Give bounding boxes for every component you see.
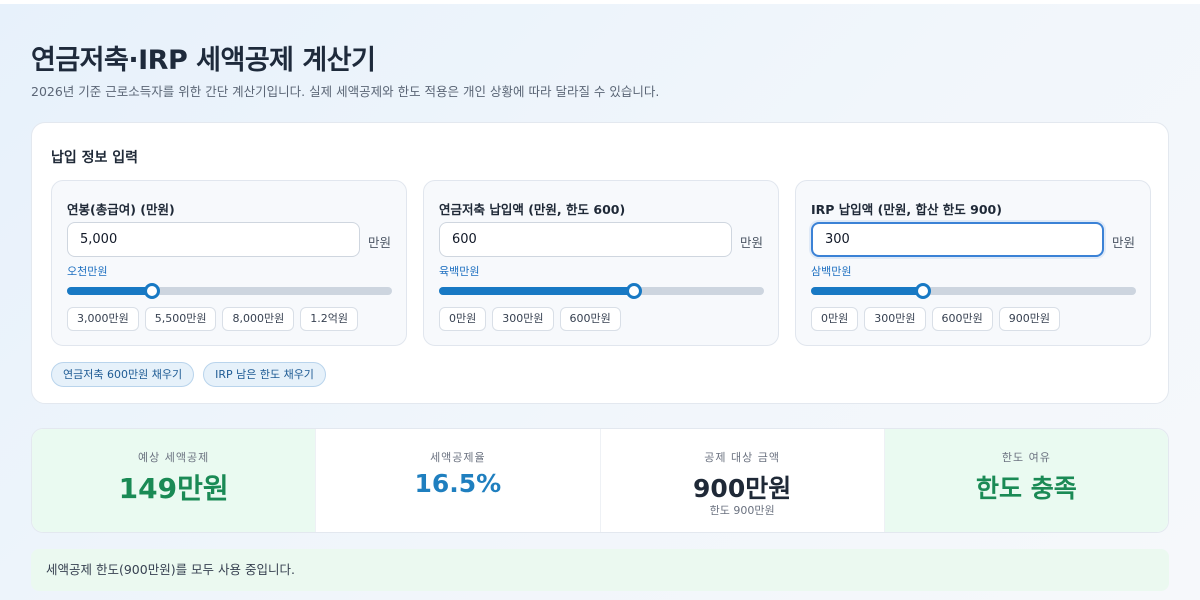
input-panel: 납입 정보 입력 연봉(총급여) (만원) 만원 오천만원 3,000만원 5,… bbox=[31, 122, 1169, 404]
salary-preset-button[interactable]: 5,500만원 bbox=[144, 307, 217, 331]
stat-limit-remaining: 한도 여유 한도 충족 bbox=[884, 429, 1168, 532]
limit-notice: 세액공제 한도(900만원)를 모두 사용 중입니다. bbox=[31, 549, 1169, 591]
irp-slider-thumb[interactable] bbox=[915, 283, 932, 299]
salary-preset-button[interactable]: 1.2억원 bbox=[300, 307, 358, 331]
irp-preset-button[interactable]: 0만원 bbox=[811, 307, 859, 331]
stat-label: 세액공제율 bbox=[430, 451, 486, 464]
pension-savings-slider-thumb[interactable] bbox=[626, 283, 642, 299]
irp-preset-button[interactable]: 900만원 bbox=[998, 307, 1060, 331]
pension-savings-presets: 0만원 300만원 600만원 bbox=[439, 307, 621, 331]
irp-label: IRP 납입액 (만원, 합산 한도 900) bbox=[811, 202, 1002, 217]
pension-savings-preset-button[interactable]: 600만원 bbox=[559, 307, 621, 331]
salary-card: 연봉(총급여) (만원) 만원 오천만원 3,000만원 5,500만원 8,0… bbox=[51, 180, 407, 346]
quick-fill-buttons: 연금저축 600만원 채우기 IRP 남은 한도 채우기 bbox=[51, 362, 326, 387]
stat-label: 공제 대상 금액 bbox=[704, 451, 780, 464]
pension-savings-preset-button[interactable]: 300만원 bbox=[492, 307, 554, 331]
salary-presets: 3,000만원 5,500만원 8,000만원 1.2억원 bbox=[67, 307, 358, 331]
pension-savings-card: 연금저축 납입액 (만원, 한도 600) 만원 육백만원 0만원 300만원 … bbox=[423, 180, 779, 346]
salary-unit: 만원 bbox=[368, 235, 392, 250]
pension-savings-preset-button[interactable]: 0만원 bbox=[439, 307, 487, 331]
stat-label: 한도 여유 bbox=[1001, 451, 1051, 464]
pension-savings-slider-fill bbox=[439, 287, 634, 295]
salary-in-words: 오천만원 bbox=[67, 265, 108, 278]
salary-slider-thumb[interactable] bbox=[143, 283, 160, 299]
stat-value: 149만원 bbox=[118, 472, 229, 505]
salary-slider[interactable] bbox=[67, 283, 392, 299]
stat-deduction-rate: 세액공제율 16.5% bbox=[316, 429, 601, 532]
salary-slider-fill bbox=[67, 287, 152, 295]
irp-preset-button[interactable]: 300만원 bbox=[864, 307, 926, 331]
irp-input[interactable] bbox=[811, 222, 1104, 257]
salary-label: 연봉(총급여) (만원) bbox=[67, 202, 175, 217]
fill-pension-savings-button[interactable]: 연금저축 600만원 채우기 bbox=[51, 362, 195, 387]
salary-preset-button[interactable]: 3,000만원 bbox=[67, 307, 139, 331]
irp-in-words: 삼백만원 bbox=[811, 265, 852, 278]
stat-value: 900만원 bbox=[693, 474, 792, 503]
stat-value: 한도 충족 bbox=[976, 474, 1077, 503]
irp-unit: 만원 bbox=[1112, 235, 1136, 250]
stat-eligible-amount: 공제 대상 금액 900만원 한도 900만원 bbox=[601, 429, 885, 532]
page-title: 연금저축·IRP 세액공제 계산기 bbox=[31, 45, 376, 76]
irp-presets: 0만원 300만원 600만원 900만원 bbox=[811, 307, 1060, 331]
stat-expected-deduction: 예상 세액공제 149만원 bbox=[32, 429, 317, 532]
salary-input[interactable] bbox=[67, 222, 360, 257]
irp-slider-fill bbox=[811, 287, 924, 295]
stat-label: 예상 세액공제 bbox=[138, 451, 210, 464]
stat-sub: 한도 900만원 bbox=[709, 504, 775, 517]
pension-savings-label: 연금저축 납입액 (만원, 한도 600) bbox=[439, 202, 626, 217]
irp-preset-button[interactable]: 600만원 bbox=[931, 307, 993, 331]
page-subtitle: 2026년 기준 근로소득자를 위한 간단 계산기입니다. 실제 세액공제와 한… bbox=[31, 84, 660, 99]
pension-savings-slider[interactable] bbox=[439, 283, 764, 299]
pension-savings-in-words: 육백만원 bbox=[439, 265, 480, 278]
result-summary: 예상 세액공제 149만원 세액공제율 16.5% 공제 대상 금액 900만원… bbox=[31, 428, 1169, 533]
pension-savings-unit: 만원 bbox=[740, 235, 764, 250]
fill-irp-remaining-button[interactable]: IRP 남은 한도 채우기 bbox=[203, 362, 326, 387]
salary-preset-button[interactable]: 8,000만원 bbox=[222, 307, 295, 331]
stat-value: 16.5% bbox=[414, 469, 502, 498]
irp-card: IRP 납입액 (만원, 합산 한도 900) 만원 삼백만원 0만원 300만… bbox=[795, 180, 1151, 346]
irp-slider[interactable] bbox=[811, 283, 1136, 299]
pension-savings-input[interactable] bbox=[439, 222, 732, 257]
input-panel-title: 납입 정보 입력 bbox=[51, 150, 139, 166]
